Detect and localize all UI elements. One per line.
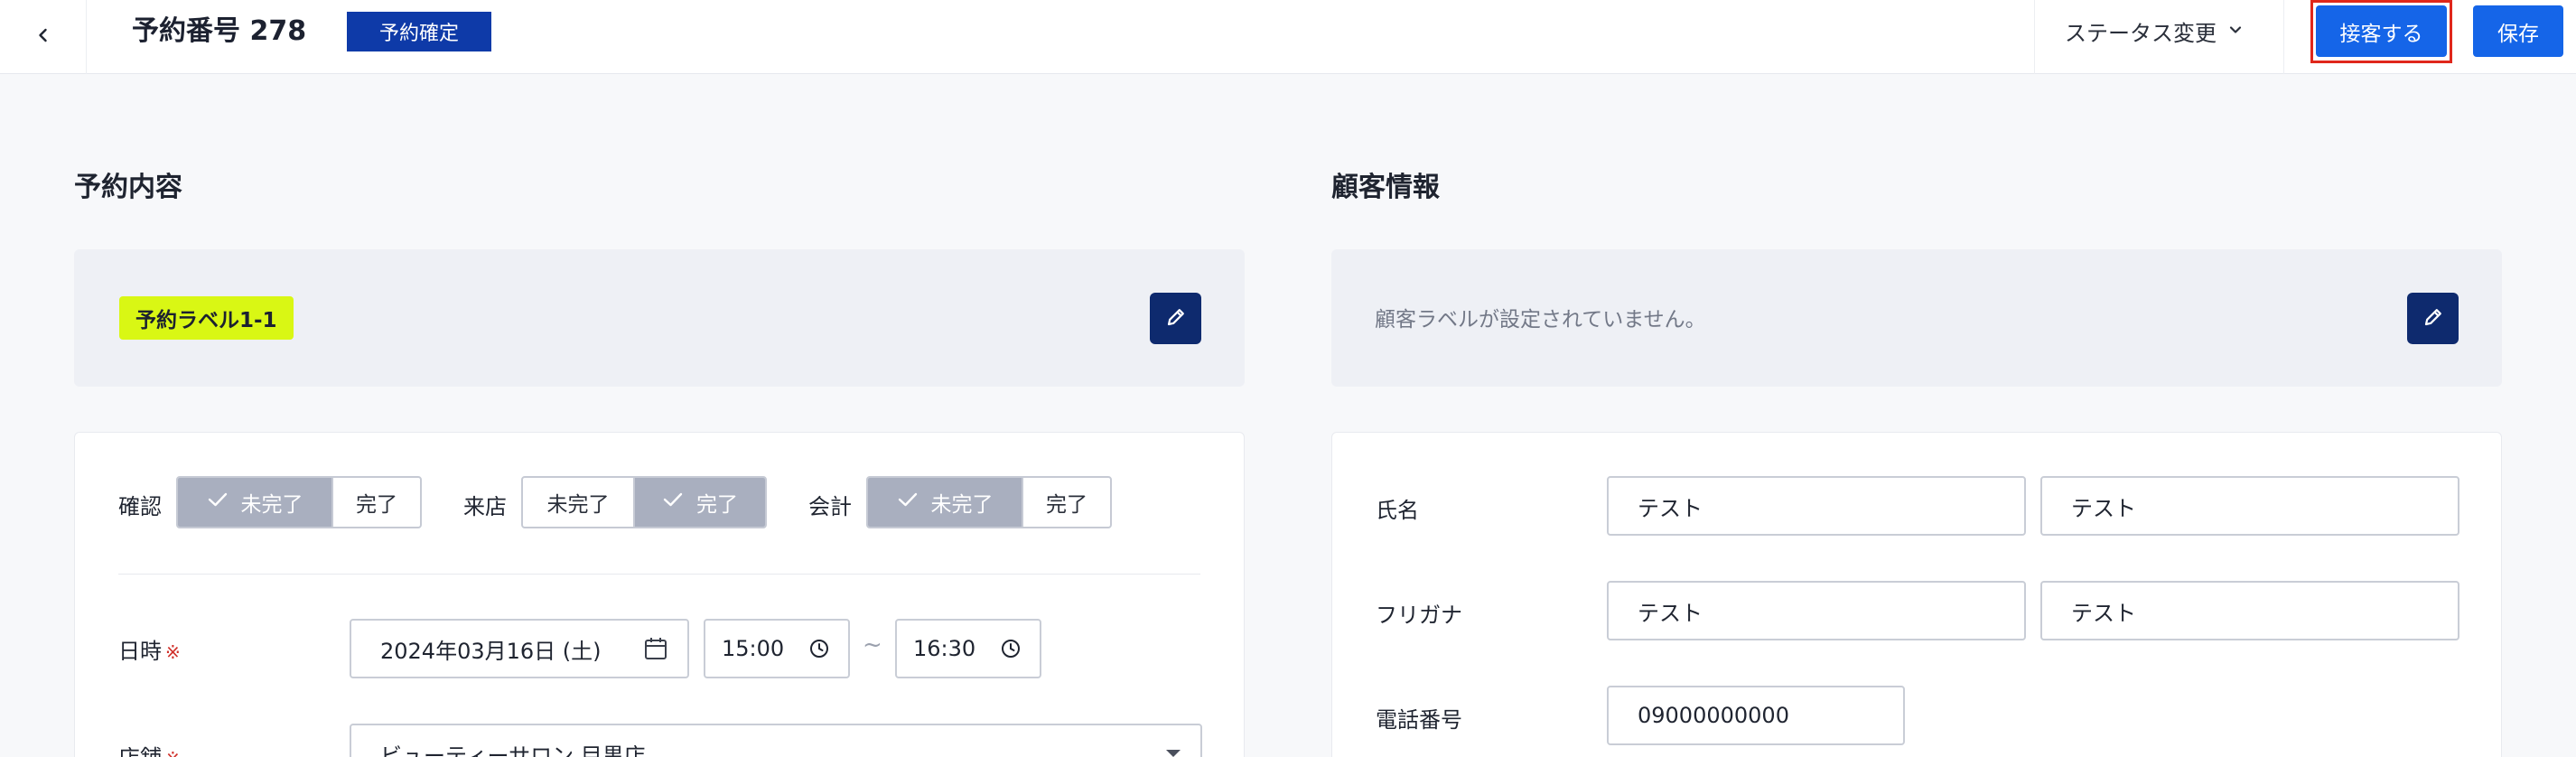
status-change-label: ステータス変更 [2065, 20, 2217, 46]
first-name-value: テスト [2071, 495, 2136, 521]
serve-button[interactable]: 接客する [2316, 5, 2447, 57]
header-divider [2283, 0, 2284, 74]
customer-section-title: 顧客情報 [1331, 172, 1440, 203]
first-kana-value: テスト [2071, 600, 2136, 626]
required-mark: ※ [165, 641, 181, 663]
phone-input[interactable]: 09000000000 [1607, 686, 1905, 745]
datetime-label-text: 日時 [118, 639, 162, 664]
end-time-value: 16:30 [913, 636, 976, 661]
last-kana-value: テスト [1638, 600, 1703, 626]
edit-customer-label-button[interactable] [2407, 293, 2459, 344]
kana-label: フリガナ [1376, 603, 1462, 628]
confirm-incomplete-text: 未完了 [240, 493, 303, 517]
visit-complete-option[interactable]: 完了 [633, 478, 765, 527]
check-icon [207, 491, 229, 514]
payment-label: 会計 [808, 494, 852, 519]
clock-icon[interactable] [808, 638, 830, 659]
visit-complete-text: 完了 [696, 493, 738, 517]
payment-complete-option[interactable]: 完了 [1022, 478, 1110, 527]
payment-toggle: 未完了 完了 [866, 476, 1112, 528]
date-value: 2024年03月16日 (土) [380, 638, 602, 664]
status-change-dropdown[interactable]: ステータス変更 [2065, 13, 2244, 49]
last-kana-input[interactable]: テスト [1607, 581, 2026, 640]
reservation-section-title: 予約内容 [74, 172, 182, 203]
last-name-value: テスト [1638, 495, 1703, 521]
datetime-label: 日時 ※ [118, 633, 181, 665]
reservation-label-panel: 予約ラベル1-1 [74, 249, 1245, 387]
confirm-toggle: 未完了 完了 [176, 476, 422, 528]
header-divider [2034, 0, 2035, 74]
card-divider [118, 574, 1200, 575]
date-input[interactable]: 2024年03月16日 (土) [350, 619, 689, 678]
visit-incomplete-option[interactable]: 未完了 [523, 478, 633, 527]
top-bar: 予約番号 278 予約確定 ステータス変更 接客する 保存 [0, 0, 2576, 74]
pencil-icon [1164, 305, 1188, 332]
status-badge: 予約確定 [347, 12, 491, 51]
required-mark: ※ [165, 748, 181, 757]
payment-incomplete-option[interactable]: 未完了 [868, 478, 1022, 527]
clock-icon[interactable] [1000, 638, 1022, 659]
chevron-left-icon [35, 27, 51, 47]
customer-label-empty-text: 顧客ラベルが設定されていません。 [1375, 308, 1706, 332]
payment-incomplete-text: 未完了 [930, 493, 994, 517]
check-icon [897, 491, 919, 514]
confirm-complete-option[interactable]: 完了 [331, 478, 420, 527]
pencil-icon [2422, 305, 2445, 332]
calendar-icon[interactable] [642, 635, 669, 662]
check-icon [662, 491, 684, 514]
back-button[interactable] [0, 0, 87, 74]
edit-reservation-label-button[interactable] [1150, 293, 1201, 344]
customer-card: 氏名 テスト テスト フリガナ テスト テスト 電話番号 09000000000 [1331, 432, 2502, 757]
first-name-input[interactable]: テスト [2040, 476, 2459, 536]
end-time-input[interactable]: 16:30 [895, 619, 1041, 678]
start-time-input[interactable]: 15:00 [704, 619, 850, 678]
store-select[interactable]: ビューティーサロン 目黒店 [350, 724, 1202, 757]
save-button[interactable]: 保存 [2473, 5, 2563, 57]
time-range-separator: ~ [863, 631, 882, 659]
reservation-card: 確認 未完了 完了 来店 未完了 完了 会計 未完了 完了 日時 ※ 2024年0… [74, 432, 1245, 757]
visit-toggle: 未完了 完了 [521, 476, 767, 528]
customer-label-panel: 顧客ラベルが設定されていません。 [1331, 249, 2502, 387]
last-name-input[interactable]: テスト [1607, 476, 2026, 536]
store-value: ビューティーサロン 目黒店 [380, 743, 646, 757]
first-kana-input[interactable]: テスト [2040, 581, 2459, 640]
chevron-down-icon [2227, 18, 2244, 43]
store-label-text: 店舗 [118, 745, 162, 757]
store-label: 店舗※ [118, 740, 181, 757]
reservation-label-chip: 予約ラベル1-1 [119, 296, 294, 340]
caret-down-icon [1164, 747, 1182, 757]
name-label: 氏名 [1376, 498, 1419, 523]
visit-label: 来店 [463, 494, 507, 519]
page-title: 予約番号 278 [132, 15, 307, 47]
phone-label: 電話番号 [1376, 707, 1462, 733]
phone-value: 09000000000 [1638, 703, 1789, 728]
confirm-label: 確認 [118, 494, 162, 519]
confirm-incomplete-option[interactable]: 未完了 [178, 478, 331, 527]
start-time-value: 15:00 [722, 636, 785, 661]
